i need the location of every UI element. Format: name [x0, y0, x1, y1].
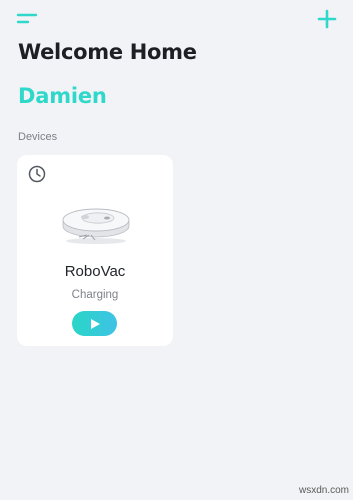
device-name: RoboVac — [64, 263, 126, 280]
plus-icon — [317, 9, 337, 29]
menu-button[interactable] — [12, 6, 42, 32]
device-status: Charging — [71, 289, 119, 301]
play-button[interactable] — [72, 311, 117, 336]
robot-vacuum-image — [62, 208, 130, 244]
watermark: wsxdn.com — [298, 485, 349, 496]
page-title: Welcome Home — [18, 40, 197, 64]
play-icon — [90, 318, 100, 329]
device-card-robovac[interactable]: RoboVac Charging — [17, 155, 173, 346]
clock-icon[interactable] — [27, 164, 47, 184]
menu-icon — [16, 13, 38, 24]
devices-section-label: Devices — [18, 131, 58, 143]
add-device-button[interactable] — [312, 5, 342, 33]
user-name: Damien — [18, 84, 107, 108]
